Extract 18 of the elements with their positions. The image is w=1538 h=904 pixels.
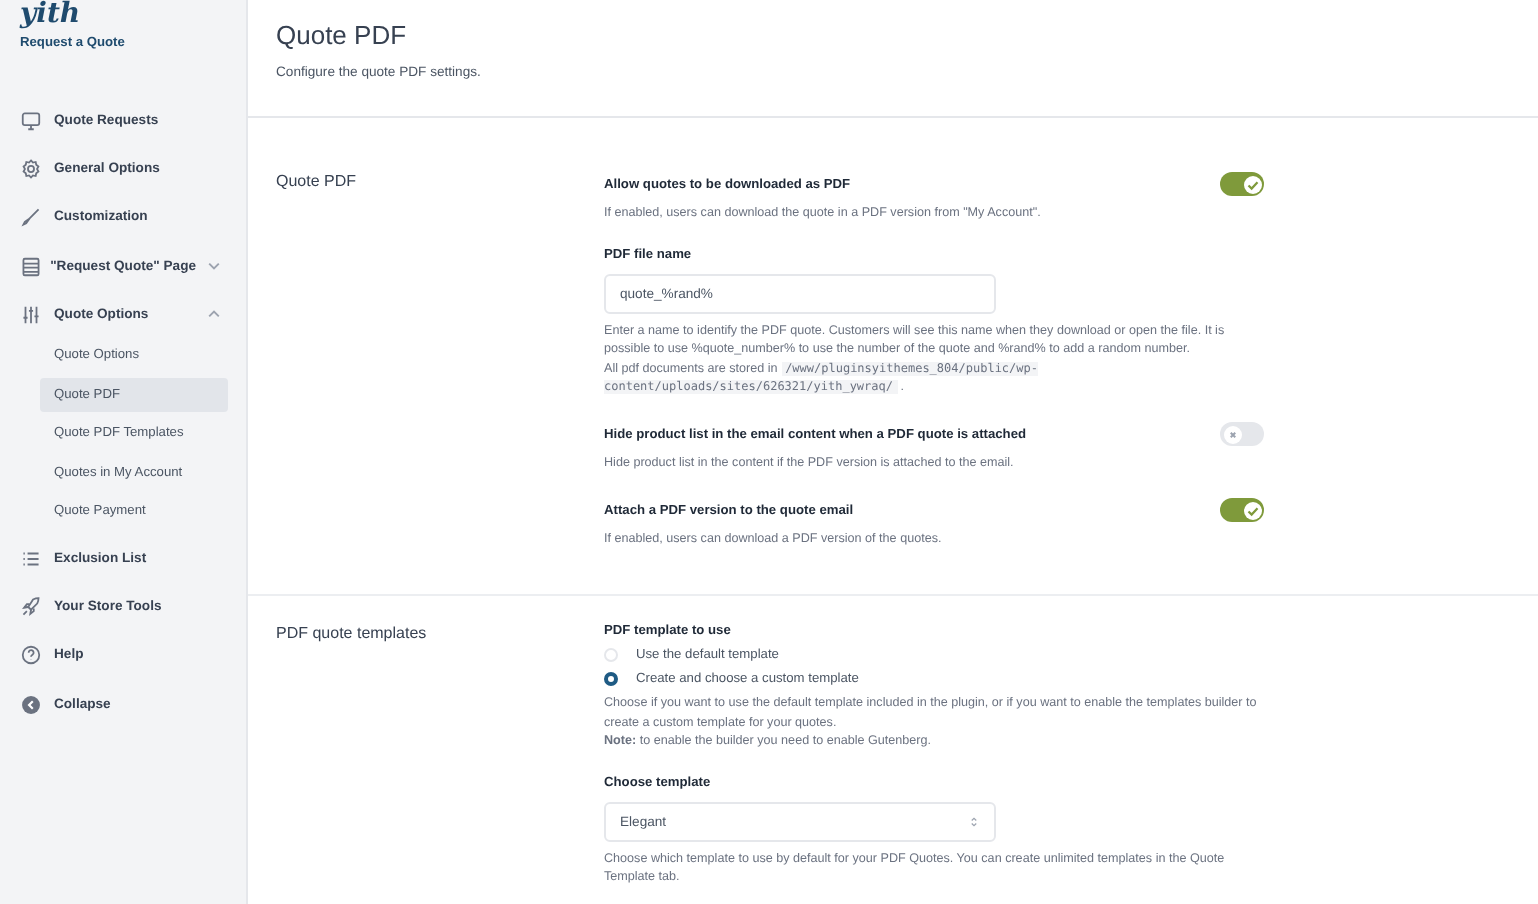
updown-arrows-icon [968, 814, 980, 831]
help-icon [20, 644, 42, 667]
collapse-icon [20, 693, 42, 716]
sliders-icon [20, 303, 42, 326]
toggle-switch[interactable] [1220, 422, 1264, 447]
toggle-switch[interactable] [1220, 498, 1264, 523]
page-icon [20, 255, 42, 278]
radio-button[interactable] [604, 672, 618, 687]
list-icon [20, 547, 42, 570]
rocket-icon [20, 595, 42, 618]
monitor-icon [20, 109, 42, 132]
section-title: PDF quote templates [276, 624, 429, 647]
logo: yith [20, 0, 83, 28]
page-title: Quote PDF [276, 20, 409, 50]
brush-icon [20, 206, 42, 229]
section-title: Quote PDF [276, 172, 359, 194]
toggle-switch[interactable] [1220, 172, 1264, 196]
gear-icon [20, 157, 42, 180]
